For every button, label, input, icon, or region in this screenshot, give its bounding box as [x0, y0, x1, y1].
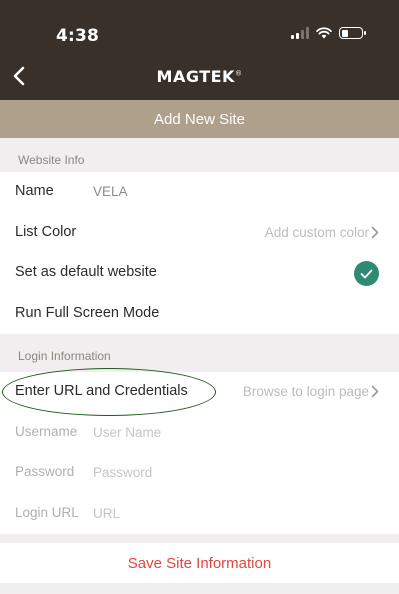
status-icons	[291, 27, 366, 39]
enter-url-row[interactable]: Enter URL and Credentials Browse to logi…	[0, 372, 399, 413]
chevron-right-icon	[371, 385, 379, 398]
username-label: Username	[15, 423, 78, 439]
website-info-list: Name VELA List Color Add custom color Se…	[0, 172, 399, 334]
battery-icon	[339, 27, 366, 39]
page-title: Add New Site	[154, 110, 245, 128]
name-field[interactable]: VELA	[93, 184, 128, 199]
cellular-signal-icon	[291, 27, 309, 39]
wifi-icon	[316, 27, 332, 39]
checkmark-icon[interactable]	[354, 261, 379, 286]
login-url-label: Login URL	[15, 504, 79, 520]
password-row: Password Password	[0, 453, 399, 494]
login-info-list: Enter URL and Credentials Browse to logi…	[0, 372, 399, 534]
brand-logo: MAGTEK®	[156, 67, 243, 86]
username-row: Username User Name	[0, 413, 399, 454]
full-screen-label: Run Full Screen Mode	[15, 304, 160, 321]
enter-url-label: Enter URL and Credentials	[15, 383, 188, 399]
password-field[interactable]: Password	[93, 465, 152, 480]
app-screen: 4:38 MAGTEK® Add New Site Website Info N…	[0, 0, 399, 594]
login-info-section-header: Login Information	[0, 334, 399, 368]
save-site-button[interactable]: Save Site Information	[0, 543, 399, 583]
page-title-bar: Add New Site	[0, 100, 399, 138]
name-row[interactable]: Name VELA	[0, 172, 399, 213]
name-label: Name	[15, 183, 54, 199]
username-field[interactable]: User Name	[93, 425, 161, 440]
list-color-label: List Color	[15, 223, 77, 240]
browse-login-link[interactable]: Browse to login page	[243, 384, 369, 399]
login-url-field[interactable]: URL	[93, 506, 120, 521]
save-site-label: Save Site Information	[127, 554, 272, 572]
status-time: 4:38	[56, 26, 100, 46]
login-url-row: Login URL URL	[0, 494, 399, 535]
default-website-row[interactable]: Set as default website	[0, 253, 399, 294]
list-color-row[interactable]: List Color Add custom color	[0, 213, 399, 254]
chevron-right-icon	[371, 226, 379, 238]
top-bar: 4:38 MAGTEK®	[0, 0, 399, 100]
password-label: Password	[15, 464, 75, 479]
list-color-placeholder: Add custom color	[264, 224, 369, 240]
full-screen-row[interactable]: Run Full Screen Mode	[0, 294, 399, 335]
website-info-section-header: Website Info	[0, 138, 399, 172]
default-website-label: Set as default website	[15, 264, 157, 280]
